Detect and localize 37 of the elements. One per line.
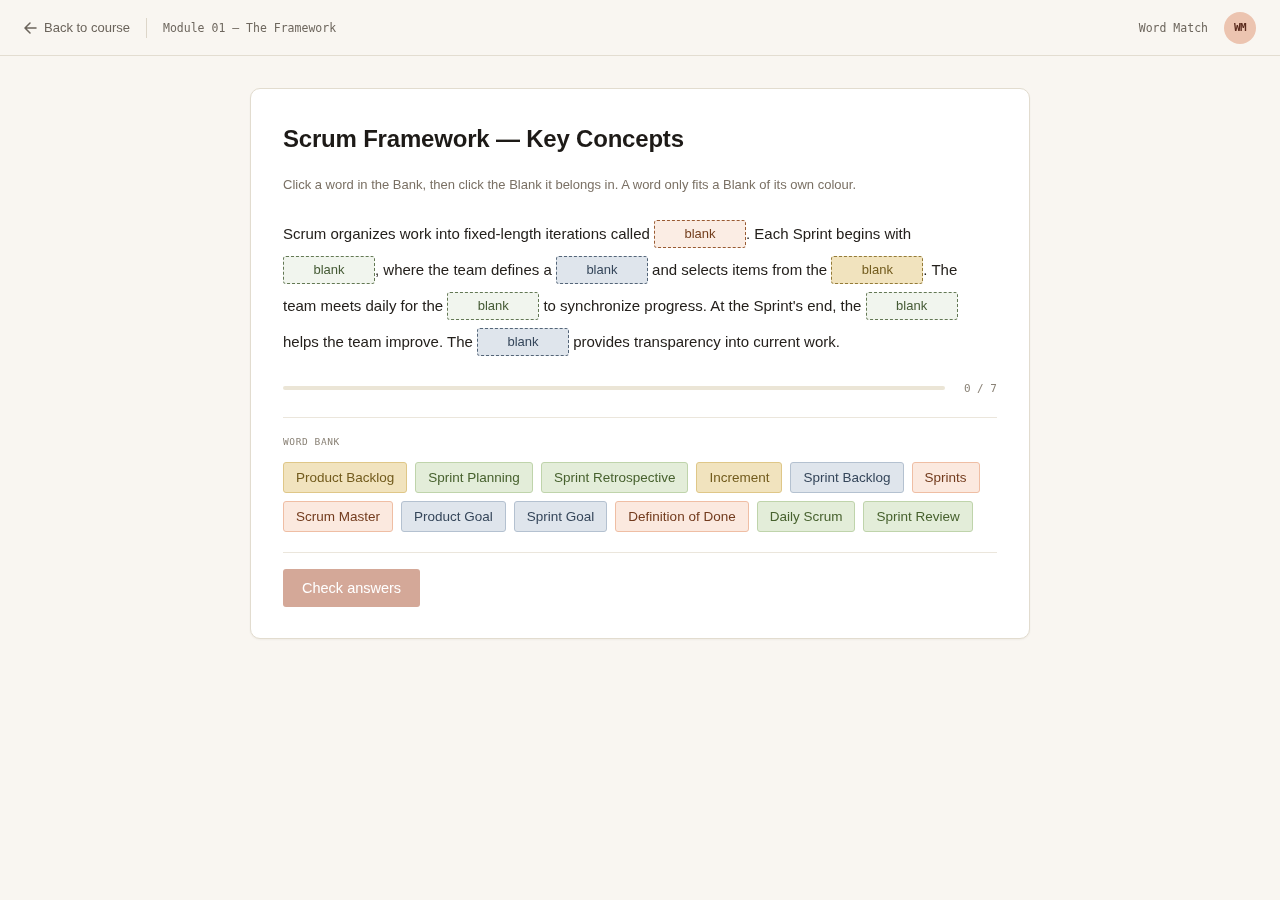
word-chip[interactable]: Sprint Backlog [790, 462, 904, 493]
passage-text: Scrum organizes work into fixed-length iterations called [283, 225, 651, 242]
breadcrumb-text: Module 01 — The Framework [163, 20, 337, 35]
blank-slot[interactable]: blank [447, 291, 540, 320]
instructions-text: Click a word in the Bank, then click the Blank it belongs in. A word only fits a Blank of its own colour. [283, 176, 857, 194]
word-chip[interactable]: Product Goal [401, 501, 506, 532]
passage-text: provides transparency into current work. [572, 333, 840, 350]
word-chip[interactable]: Sprint Planning [415, 462, 533, 493]
passage-text: and selects items from the [651, 261, 829, 278]
passage-text: . Each Sprint begins with [746, 225, 912, 242]
passage-text: team meets daily for the [283, 297, 445, 314]
word-chip[interactable]: Sprint Review [863, 501, 973, 532]
word-chip[interactable]: Increment [696, 462, 783, 493]
word-bank-label: WORD BANK [283, 435, 341, 449]
blank-slot[interactable]: blank [865, 291, 958, 320]
passage-text: , where the team defines a [375, 261, 553, 278]
word-chip[interactable]: Sprints [911, 462, 980, 493]
blank-slot[interactable]: blank [477, 327, 569, 356]
arrow-left-icon [24, 21, 37, 34]
word-chip[interactable]: Scrum Master [283, 501, 393, 532]
word-chip[interactable]: Product Backlog [283, 462, 408, 493]
user-avatar[interactable]: WM [1224, 11, 1256, 44]
blank-slot[interactable]: blank [283, 255, 375, 284]
passage-text: . The [923, 261, 958, 278]
app-name: Word Match [1138, 20, 1208, 35]
exercise-title: Scrum Framework — Key Concepts [283, 124, 685, 153]
passage-text: to synchronize progress. At the Sprint's end, the [542, 297, 863, 314]
blank-slot[interactable]: blank [831, 255, 924, 284]
word-chip[interactable]: Definition of Done [615, 501, 749, 532]
progress-count: 0 / 7 [963, 381, 997, 395]
word-chip[interactable]: Daily Scrum [756, 501, 856, 532]
blank-slot[interactable]: blank [555, 255, 648, 284]
word-chip[interactable]: Sprint Goal [513, 501, 608, 532]
back-link[interactable]: Back to course [24, 20, 130, 35]
passage-text: helps the team improve. The [283, 333, 474, 350]
blank-slot[interactable]: blank [654, 219, 746, 248]
word-chip[interactable]: Sprint Retrospective [540, 462, 689, 493]
